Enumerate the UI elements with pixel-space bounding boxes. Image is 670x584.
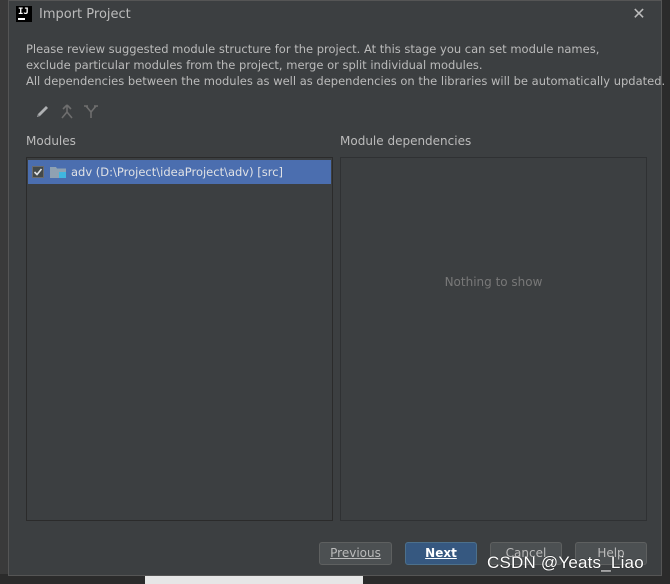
background-editor-area	[145, 576, 363, 584]
description-line: All dependencies between the modules as …	[26, 74, 666, 88]
previous-button-label: Previous	[330, 546, 381, 560]
previous-button[interactable]: Previous	[319, 542, 392, 565]
window-title: Import Project	[39, 7, 131, 22]
description-line: Please review suggested module structure…	[26, 42, 600, 56]
split-icon[interactable]	[81, 102, 101, 122]
module-folder-icon	[50, 165, 66, 179]
next-button-label: Next	[425, 546, 457, 560]
modules-list: adv (D:\Project\ideaProject\adv) [src]	[26, 157, 333, 521]
edit-pencil-icon[interactable]	[33, 102, 53, 122]
list-item[interactable]: adv (D:\Project\ideaProject\adv) [src]	[28, 160, 331, 184]
intellij-logo-icon: IJ	[16, 6, 32, 22]
empty-state-text: Nothing to show	[444, 275, 543, 289]
watermark: CSDN @Yeats_Liao	[487, 553, 644, 572]
next-button[interactable]: Next	[405, 542, 477, 565]
title-bar: IJ Import Project ✕	[9, 1, 661, 29]
modules-label: Modules	[26, 134, 76, 148]
import-project-dialog: IJ Import Project ✕ Please review sugges…	[8, 0, 666, 576]
close-icon[interactable]: ✕	[629, 4, 649, 24]
description-text: Please review suggested module structure…	[26, 41, 666, 89]
module-checkbox[interactable]	[32, 166, 44, 178]
module-name: adv (D:\Project\ideaProject\adv) [src]	[71, 165, 284, 179]
description-line: exclude particular modules from the proj…	[26, 58, 483, 72]
background-ide	[0, 0, 8, 584]
merge-icon[interactable]	[57, 102, 77, 122]
module-dependencies-label: Module dependencies	[340, 134, 472, 148]
module-dependencies-panel: Nothing to show	[340, 157, 647, 521]
